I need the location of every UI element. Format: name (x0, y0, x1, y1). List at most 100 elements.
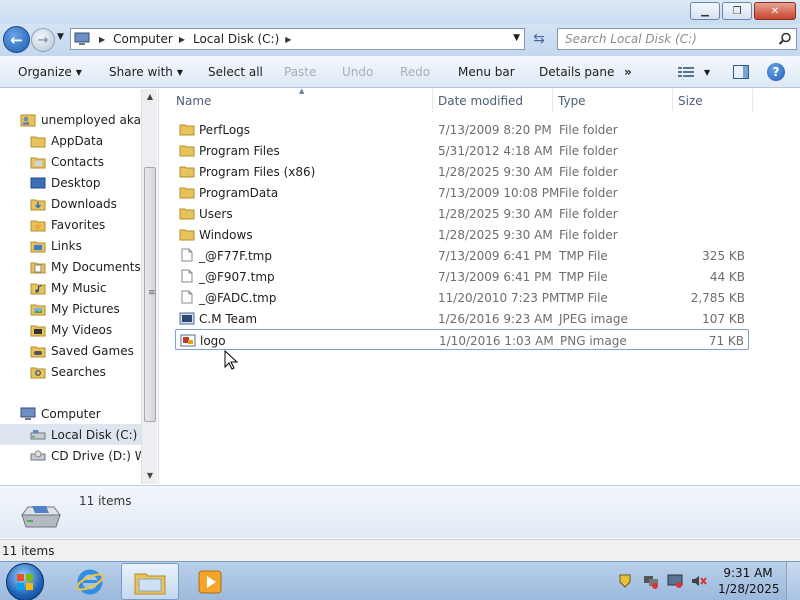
nav-label: My Documents (51, 259, 141, 274)
nav-saved-games[interactable]: Saved Games (30, 340, 157, 361)
desktop-icon (30, 177, 46, 188)
column-header-date[interactable]: Date modified (433, 89, 553, 113)
folder-icon (179, 124, 195, 136)
scroll-up-icon[interactable]: ▲ (142, 89, 157, 105)
file-icon (181, 269, 193, 283)
nav-my-music[interactable]: My Music (30, 277, 157, 298)
maximize-button[interactable]: ❐ (722, 2, 752, 20)
help-icon[interactable]: ? (767, 63, 785, 81)
column-header-type[interactable]: Type (553, 89, 673, 113)
paste-button[interactable]: Paste (284, 65, 316, 79)
start-button[interactable] (6, 563, 44, 600)
nav-user-folder[interactable]: unemployed aka yo (20, 109, 141, 130)
nav-my-documents[interactable]: My Documents (30, 256, 157, 277)
breadcrumb-local-disk[interactable]: Local Disk (C:) (193, 32, 279, 46)
search-input[interactable]: Search Local Disk (C:) (557, 28, 797, 50)
file-list: Name ▲ Date modified Type Size PerfLogs 7… (158, 87, 800, 484)
nav-label: Local Disk (C:) (51, 427, 138, 442)
nav-label: AppData (51, 133, 104, 148)
file-row[interactable]: logo 1/10/2016 1:03 AM PNG image 71 KB (175, 329, 749, 350)
action-center-icon[interactable] (616, 572, 634, 590)
show-desktop-button[interactable] (786, 562, 800, 600)
column-header-size[interactable]: Size (673, 89, 753, 113)
preview-pane-icon[interactable] (733, 65, 749, 79)
column-header-name[interactable]: Name ▲ (159, 87, 433, 113)
file-row[interactable]: Program Files (x86) 1/28/2025 9:30 AM File… (175, 161, 749, 182)
nav-favorites[interactable]: Favorites (30, 214, 157, 235)
documents-icon (30, 262, 46, 273)
nav-my-pictures[interactable]: My Pictures (30, 298, 157, 319)
forward-button[interactable]: → (31, 28, 55, 52)
file-row[interactable]: _@FADC.tmp 11/20/2010 7:23 PM TMP File 2,78… (175, 287, 749, 308)
volume-muted-icon[interactable] (690, 572, 708, 590)
nav-contacts[interactable]: Contacts (30, 151, 157, 172)
breadcrumb-chevron-icon[interactable]: ▶ (179, 35, 185, 44)
details-pane-button[interactable]: Details pane (539, 65, 614, 79)
taskbar-internet-explorer[interactable] (61, 563, 119, 600)
search-icon[interactable] (778, 32, 792, 46)
close-button[interactable]: ✕ (754, 2, 796, 20)
nav-appdata[interactable]: AppData (30, 130, 157, 151)
nav-my-videos[interactable]: My Videos (30, 319, 157, 340)
nav-scrollbar[interactable]: ▲ ≡ ▼ (141, 89, 157, 484)
file-name: C.M Team (199, 312, 258, 326)
file-row[interactable]: PerfLogs 7/13/2009 8:20 PM File folder (175, 119, 749, 140)
file-date-modified: 1/26/2016 9:23 AM (438, 312, 553, 326)
scrollbar-thumb[interactable]: ≡ (144, 167, 156, 422)
breadcrumb-chevron-icon[interactable]: ▶ (285, 35, 291, 44)
nav-links[interactable]: Links (30, 235, 157, 256)
nav-local-disk[interactable]: Local Disk (C:) (0, 424, 141, 445)
minimize-button[interactable]: ▁ (690, 2, 720, 20)
file-type: TMP File (559, 249, 608, 263)
display-icon[interactable] (666, 572, 684, 590)
back-button[interactable]: ← (3, 26, 30, 53)
column-label: Type (558, 94, 586, 108)
view-options-dropdown-icon[interactable]: ▼ (704, 68, 710, 77)
links-icon (30, 241, 46, 252)
scroll-down-icon[interactable]: ▼ (142, 468, 157, 484)
change-view-icon[interactable] (678, 66, 694, 78)
file-name: Program Files (199, 144, 280, 158)
breadcrumb-computer[interactable]: Computer (113, 32, 173, 46)
address-dropdown-icon[interactable]: ▼ (513, 33, 520, 43)
nav-cd-drive[interactable]: CD Drive (D:) Wir (30, 445, 141, 466)
sort-indicator-icon: ▲ (299, 87, 305, 95)
saved-games-icon (30, 346, 46, 357)
chevron-down-icon: ▼ (176, 68, 184, 77)
share-with-button[interactable]: Share with ▼ (109, 65, 183, 79)
nav-computer[interactable]: Computer (20, 403, 141, 424)
folder-icon (179, 187, 195, 199)
file-name: _@F907.tmp (199, 270, 275, 284)
taskbar-media-player[interactable] (181, 563, 239, 600)
system-clock[interactable]: 9:31 AM 1/28/2025 (718, 565, 780, 597)
breadcrumb-chevron-icon[interactable]: ▶ (99, 35, 105, 44)
select-all-button[interactable]: Select all (208, 65, 263, 79)
refresh-button[interactable]: ⇆ (527, 28, 551, 50)
organize-button[interactable]: Organize ▼ (18, 65, 82, 79)
more-commands-button[interactable]: » (624, 65, 632, 79)
menu-bar-button[interactable]: Menu bar (458, 65, 515, 79)
file-row[interactable]: Users 1/28/2025 9:30 AM File folder (175, 203, 749, 224)
taskbar-windows-explorer[interactable] (121, 563, 179, 600)
file-name: logo (200, 334, 226, 348)
nav-searches[interactable]: Searches (30, 361, 157, 382)
undo-button[interactable]: Undo (342, 65, 373, 79)
nav-downloads[interactable]: Downloads (30, 193, 157, 214)
network-icon[interactable] (642, 572, 660, 590)
recent-pages-dropdown[interactable]: ▼ (57, 32, 64, 42)
redo-button[interactable]: Redo (400, 65, 430, 79)
forward-arrow-icon: → (37, 32, 49, 48)
file-row[interactable]: C.M Team 1/26/2016 9:23 AM JPEG image 107 K… (175, 308, 749, 329)
file-date-modified: 5/31/2012 4:18 AM (438, 144, 553, 158)
file-row[interactable]: ProgramData 7/13/2009 10:08 PM File folder (175, 182, 749, 203)
address-bar[interactable]: ▶ Computer ▶ Local Disk (C:) ▶ ▼ (70, 28, 525, 50)
window-titlebar: ▁ ❐ ✕ (0, 0, 800, 24)
file-row[interactable]: Windows 1/28/2025 9:30 AM File folder (175, 224, 749, 245)
nav-desktop[interactable]: Desktop (30, 172, 157, 193)
file-row[interactable]: _@F907.tmp 7/13/2009 6:41 PM TMP File 44 KB (175, 266, 749, 287)
address-row: ← → ▼ ▶ Computer ▶ Local Disk (C:) ▶ ▼ ⇆… (0, 24, 800, 56)
file-row[interactable]: Program Files 5/31/2012 4:18 AM File folde… (175, 140, 749, 161)
file-row[interactable]: _@F77F.tmp 7/13/2009 6:41 PM TMP File 325 K… (175, 245, 749, 266)
file-type: File folder (559, 228, 618, 242)
searches-icon (30, 367, 46, 378)
